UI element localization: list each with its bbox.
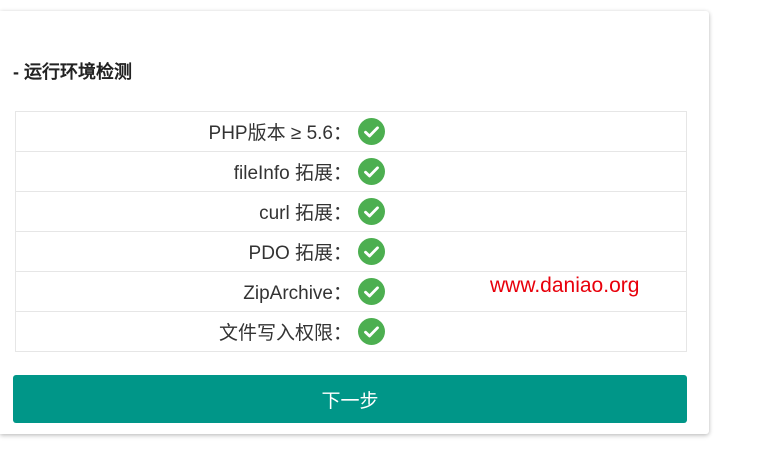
check-label: ZipArchive：: [243, 283, 352, 304]
check-circle-icon: [358, 238, 385, 265]
check-label: curl 拓展：: [259, 203, 352, 224]
check-label: PHP版本 ≥ 5.6：: [208, 123, 352, 144]
check-row-pdo: PDO 拓展：: [15, 232, 687, 272]
check-label: 文件写入权限：: [218, 323, 352, 344]
check-circle-icon: [358, 198, 385, 225]
environment-check-card: - 运行环境检测 PHP版本 ≥ 5.6： fileInfo 拓展： curl …: [0, 11, 709, 434]
check-label: fileInfo 拓展：: [233, 163, 352, 184]
watermark-text: www.daniao.org: [490, 274, 640, 297]
check-circle-icon: [358, 118, 385, 145]
check-row-fileinfo: fileInfo 拓展：: [15, 152, 687, 192]
check-label: PDO 拓展：: [248, 243, 352, 264]
check-row-write-permission: 文件写入权限：: [15, 312, 687, 352]
check-circle-icon: [358, 318, 385, 345]
check-row-php-version: PHP版本 ≥ 5.6：: [15, 112, 687, 152]
check-table: PHP版本 ≥ 5.6： fileInfo 拓展： curl 拓展： PDO 拓…: [15, 111, 687, 352]
section-title: - 运行环境检测: [13, 62, 132, 82]
check-circle-icon: [358, 158, 385, 185]
check-circle-icon: [358, 278, 385, 305]
check-row-curl: curl 拓展：: [15, 192, 687, 232]
next-step-button[interactable]: 下一步: [13, 375, 687, 423]
